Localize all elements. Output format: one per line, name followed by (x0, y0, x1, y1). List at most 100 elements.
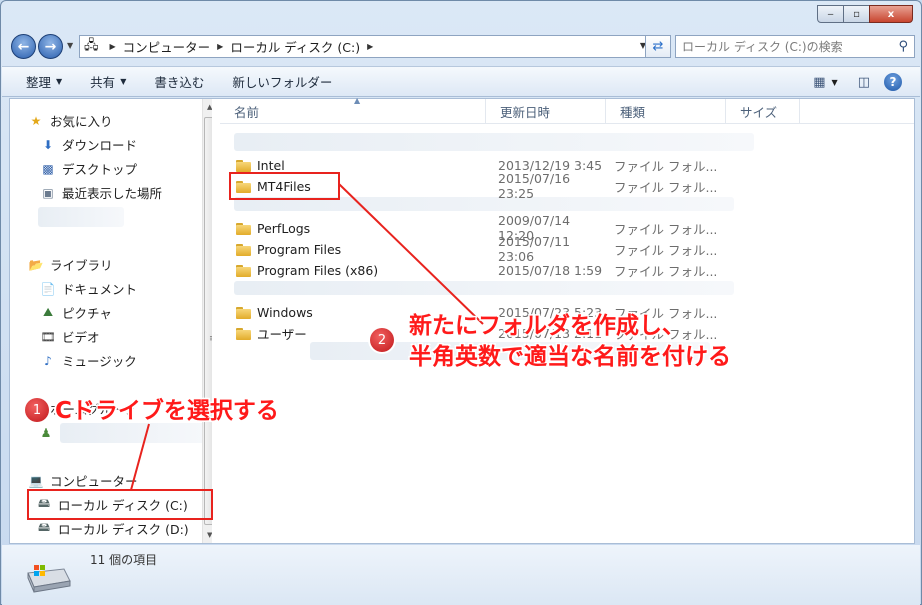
share-label: 共有 (90, 75, 116, 90)
sort-ascending-icon: ▲ (354, 96, 361, 105)
view-dropdown-icon[interactable]: ▼ (832, 78, 838, 87)
forward-button[interactable]: → (38, 34, 63, 59)
search-icon[interactable]: ⚲ (898, 39, 908, 54)
scroll-down-icon[interactable]: ▼ (207, 531, 212, 539)
caption-buttons: ‒ ▫ x (817, 5, 913, 23)
recent-places-icon: ▣ (42, 185, 54, 200)
burn-button[interactable]: 書き込む (154, 72, 204, 91)
sidebar-item-pictures[interactable]: ⛰ ピクチャ (40, 303, 112, 322)
file-row[interactable]: Program Files (x86) 2015/07/18 1:59 ファイル… (220, 260, 914, 280)
search-placeholder: ローカル ディスク (C:)の検索 (682, 40, 843, 54)
folder-icon (236, 243, 251, 256)
sidebar-label: お気に入り (50, 114, 113, 129)
redacted-user (60, 423, 206, 443)
file-date: 2015/07/16 23:25 (498, 171, 571, 201)
help-icon[interactable]: ? (884, 73, 902, 91)
column-label: 更新日時 (500, 105, 551, 120)
file-type: ファイル フォル... (614, 158, 718, 174)
refresh-button[interactable]: ⇄ (645, 35, 671, 58)
sidebar-item-desktop[interactable]: ▩ デスクトップ (40, 159, 137, 178)
burn-label: 書き込む (154, 75, 205, 90)
sidebar-label: ライブラリ (50, 258, 113, 273)
sidebar-item-homegroup-user[interactable]: ♟ (38, 423, 206, 443)
sidebar-item-computer[interactable]: 💻 コンピューター (28, 471, 138, 490)
sidebar-item-drive-d[interactable]: 🖴 ローカル ディスク (D:) (36, 519, 189, 538)
organize-button[interactable]: 整理 ▼ (26, 72, 62, 91)
navigation-pane: ★ お気に入り ⬇ ダウンロード ▩ デスクトップ ▣ 最近表示した場所 📂 ラ… (10, 99, 212, 543)
scroll-up-icon[interactable]: ▲ (207, 103, 212, 111)
sidebar-scrollbar[interactable]: ▲ ≡ ▼ (202, 99, 212, 543)
sidebar-item-music[interactable]: ♪ ミュージック (40, 351, 137, 370)
scroll-thumb[interactable]: ≡ (204, 117, 212, 525)
drive-icon: 🖧 (84, 37, 99, 53)
file-name: PerfLogs (257, 220, 311, 236)
file-row[interactable]: Program Files 2015/07/11 23:06 ファイル フォル.… (220, 234, 914, 264)
folder-icon (236, 222, 251, 235)
file-date: 2015/07/18 1:59 (498, 262, 603, 278)
file-name: Windows (257, 304, 313, 320)
item-count: 11 個の項目 (90, 553, 158, 567)
sidebar-item-downloads[interactable]: ⬇ ダウンロード (40, 135, 137, 154)
sidebar-label: ローカル ディスク (D:) (58, 522, 189, 537)
new-folder-label: 新しいフォルダー (232, 75, 333, 90)
document-icon: 📄 (40, 281, 56, 296)
column-name[interactable]: 名前 ▲ (220, 96, 486, 124)
back-button[interactable]: ← (11, 34, 36, 59)
sidebar-item-recent[interactable]: ▣ 最近表示した場所 (40, 183, 162, 202)
view-controls: ▦ ▼ ◫ ? (799, 73, 902, 91)
sidebar-item-favorites[interactable]: ★ お気に入り (28, 111, 113, 130)
computer-icon: 💻 (28, 473, 44, 488)
sidebar-label: デスクトップ (62, 162, 138, 177)
desktop-icon: ▩ (42, 161, 54, 176)
breadcrumb-computer[interactable]: コンピューター (123, 37, 211, 56)
share-button[interactable]: 共有 ▼ (90, 72, 126, 91)
sidebar-label: コンピューター (50, 474, 138, 489)
sidebar-label: 最近表示した場所 (62, 186, 163, 201)
new-folder-button[interactable]: 新しいフォルダー (232, 72, 332, 91)
chevron-right-icon[interactable]: ▶ (367, 42, 373, 51)
maximize-button[interactable]: ▫ (843, 5, 870, 23)
folder-icon (236, 306, 251, 319)
sidebar-label: ミュージック (62, 354, 137, 369)
chevron-down-icon: ▼ (120, 77, 127, 86)
navigation-bar: ← → ▼ 🖧 ▶ コンピューター ▶ ローカル ディスク (C:) ▶ ▼ ⇄… (9, 34, 915, 60)
redacted-row (234, 133, 754, 151)
user-icon: ♟ (40, 426, 52, 440)
instruction-step-1: Cドライブを選択する (55, 398, 279, 424)
folder-icon (236, 264, 251, 277)
chevron-right-icon[interactable]: ▶ (110, 42, 116, 51)
change-view-icon[interactable]: ▦ (813, 75, 825, 90)
sidebar-item-libraries[interactable]: 📂 ライブラリ (28, 255, 113, 274)
sidebar-item-videos[interactable]: 🎞 ビデオ (40, 327, 99, 346)
sidebar-item-hidden[interactable] (38, 207, 124, 227)
recent-pages-dropdown-icon[interactable]: ▼ (67, 41, 73, 50)
file-name: Program Files (257, 241, 342, 257)
column-label: 名前 (234, 105, 260, 120)
star-icon: ★ (30, 113, 42, 128)
address-bar[interactable]: 🖧 ▶ コンピューター ▶ ローカル ディスク (C:) ▶ ▼ (79, 35, 653, 58)
column-type[interactable]: 種類 (606, 99, 726, 124)
sidebar-label: ドキュメント (62, 282, 138, 297)
grip-icon: ≡ (209, 334, 212, 344)
highlight-mt4files (229, 172, 340, 200)
column-date[interactable]: 更新日時 (486, 99, 606, 124)
picture-icon: ⛰ (42, 305, 54, 319)
chevron-right-icon[interactable]: ▶ (217, 42, 223, 51)
folder-icon (236, 327, 251, 340)
preview-pane-icon[interactable]: ◫ (858, 75, 870, 90)
sidebar-item-documents[interactable]: 📄 ドキュメント (40, 279, 138, 298)
file-type: ファイル フォル... (614, 242, 718, 258)
organize-label: 整理 (26, 75, 52, 90)
search-input[interactable]: ローカル ディスク (C:)の検索 ⚲ (675, 35, 915, 58)
folder-icon (236, 159, 251, 172)
sidebar-label: ダウンロード (62, 138, 138, 153)
close-button[interactable]: x (869, 5, 913, 23)
instruction-step-2-line1: 新たにフォルダを作成し、 (409, 313, 685, 339)
details-pane: 11 個の項目 (2, 545, 920, 605)
chevron-down-icon: ▼ (56, 77, 63, 86)
column-size[interactable]: サイズ (726, 99, 800, 124)
highlight-drive-c (27, 489, 213, 520)
column-header: 名前 ▲ 更新日時 種類 サイズ (220, 96, 914, 124)
minimize-button[interactable]: ‒ (817, 5, 844, 23)
breadcrumb-drive-c[interactable]: ローカル ディスク (C:) (230, 37, 360, 56)
